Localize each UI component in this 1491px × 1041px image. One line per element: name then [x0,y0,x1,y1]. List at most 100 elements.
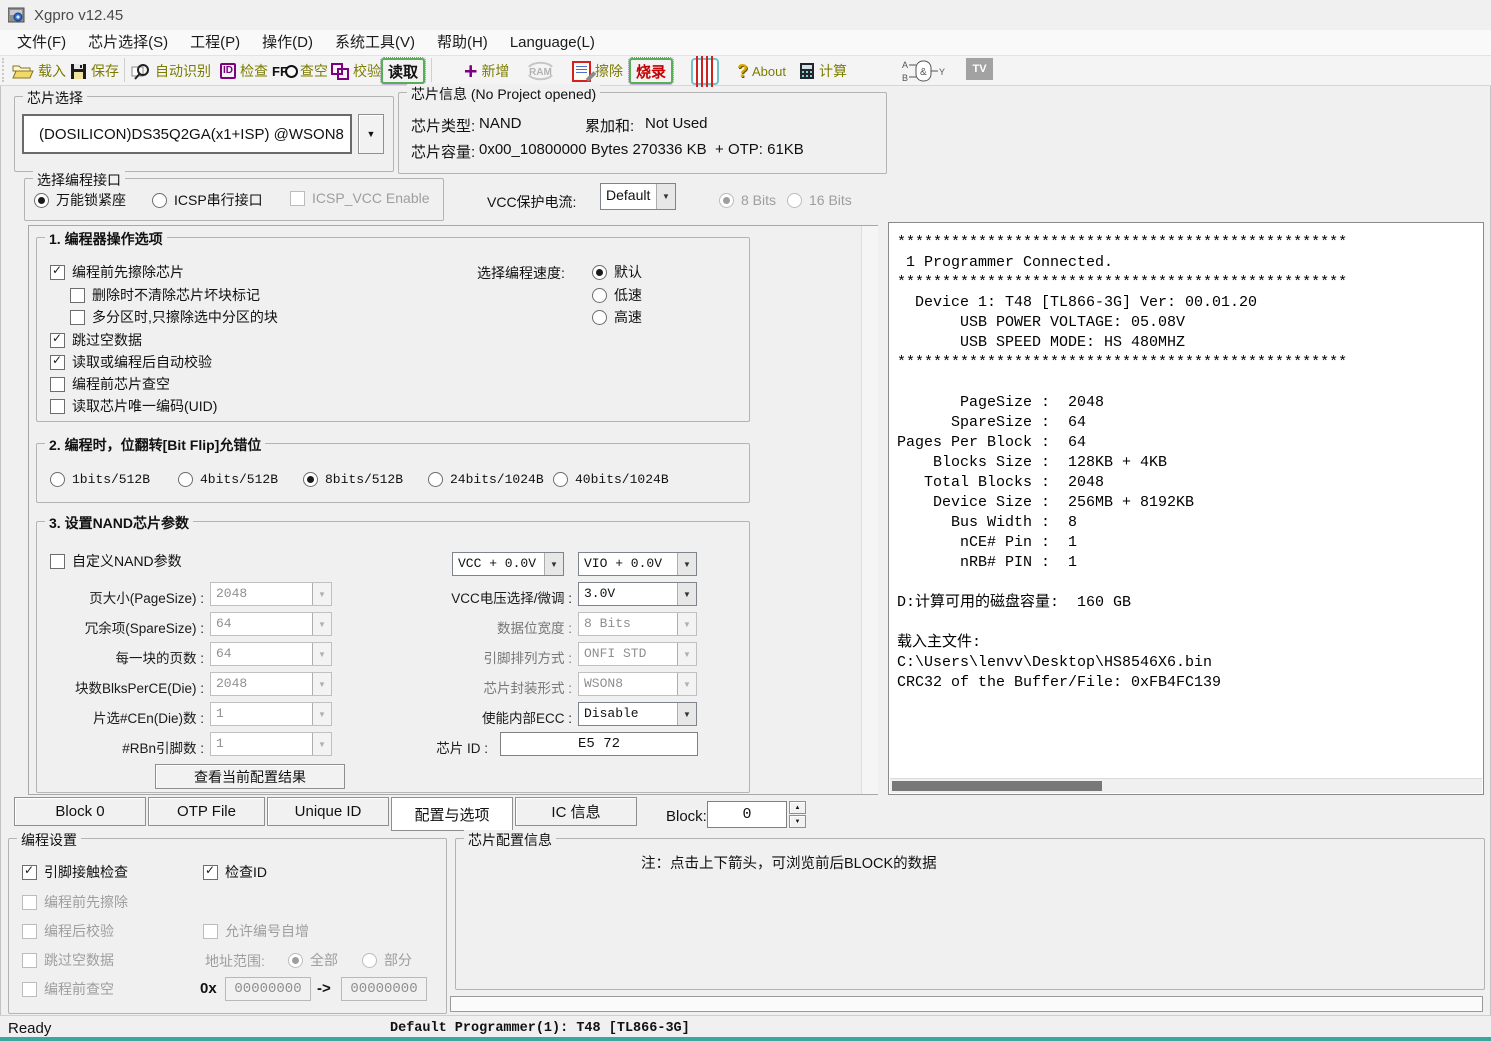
blank-check-button[interactable]: FF 查空 [272,58,328,84]
sparesize-label: 冗余项(SpareSize) : [34,617,204,637]
block-spin-down-button[interactable]: ▼ [789,815,806,828]
logic-gate-button[interactable]: A B & Y [901,58,947,84]
options-panel-scrollbar[interactable] [861,226,878,794]
erase-button[interactable]: 擦除 [572,58,623,84]
ce-count-label: 片选#CEn(Die)数 : [34,707,204,727]
blocks-per-ce-combo: 2048▼ [210,672,332,696]
radio-dot [428,472,443,487]
title-bar: Xgpro v12.45 [0,0,1491,30]
chip-info-group: 芯片信息 (No Project opened) 芯片类型: NAND 累加和:… [398,92,887,174]
svg-text:A: A [902,60,908,70]
radio-16bits: 16 Bits [787,192,852,208]
tab-block0[interactable]: Block 0 [14,797,146,826]
chip-id-field[interactable]: E5 72 [500,732,698,756]
menu-language[interactable]: Language(L) [499,30,606,55]
vcc-current-combo[interactable]: Default ▼ [600,183,676,210]
tab-ic-info[interactable]: IC 信息 [515,797,637,826]
checkbox-label: 删除时不清除芯片坏块标记 [92,285,260,305]
checkbox-blank-check-before[interactable]: 编程前芯片查空 [50,374,170,394]
chevron-down-icon: ▼ [677,643,696,665]
radio-dot [152,193,167,208]
status-programmer: Default Programmer(1): T48 [TL866-3G] [390,1021,690,1036]
radio-speed-high[interactable]: 高速 [592,307,642,327]
pinout-value: ONFI STD [579,643,677,665]
sparesize-value: 64 [211,613,312,635]
internal-ecc-value: Disable [579,703,677,725]
chevron-down-icon: ▼ [656,184,675,209]
radio-label: 高速 [614,307,642,327]
radio-dot [50,472,65,487]
radio-speed-low[interactable]: 低速 [592,285,642,305]
view-config-button[interactable]: 查看当前配置结果 [155,764,345,789]
checkbox-custom-nand-params[interactable]: 自定义NAND参数 [50,551,182,571]
about-button[interactable]: ? About [737,58,786,84]
radio-40bits-1024[interactable]: 40bits/1024B [553,472,669,487]
tv-button[interactable]: TV [966,58,993,80]
ram-button[interactable]: RAM [524,58,556,84]
erase-label: 擦除 [595,61,623,81]
checkbox-erase-selected-partition[interactable]: 多分区时,只擦除选中分区的块 [70,307,278,327]
program-button[interactable]: 烧录 [629,58,673,84]
load-button[interactable]: 载入 [12,58,66,84]
radio-speed-default[interactable]: 默认 [592,262,642,282]
menu-chip-select[interactable]: 芯片选择(S) [77,30,179,55]
chip-test-button[interactable] [691,58,719,84]
blank-ff-icon: FF [272,64,296,79]
floppy-icon [70,63,87,80]
chip-select-combo[interactable]: (DOSILICON)DS35Q2GA(x1+ISP) @WSON8 [22,114,352,154]
vio-offset-value: VIO + 0.0V [579,553,677,575]
radio-8bits-512[interactable]: 8bits/512B [303,472,403,487]
check-button[interactable]: ID 检查 [220,58,268,84]
scrollbar-thumb[interactable] [892,781,1102,791]
tab-config-options[interactable]: 配置与选项 [391,797,513,831]
radio-universal-socket[interactable]: 万能锁紧座 [34,190,126,210]
calculator-button[interactable]: 计算 [799,58,847,84]
radio-dot [288,953,303,968]
menu-project[interactable]: 工程(P) [179,30,251,55]
chip-type-value: NAND [479,115,522,132]
menu-help[interactable]: 帮助(H) [426,30,499,55]
internal-ecc-combo[interactable]: Disable▼ [578,702,697,726]
radio-dot [592,310,607,325]
radio-icsp-port[interactable]: ICSP串行接口 [152,190,263,210]
menu-system-tools[interactable]: 系统工具(V) [324,30,426,55]
checkbox-check-id[interactable]: 检查ID [203,862,267,882]
save-button[interactable]: 保存 [70,58,119,84]
vio-offset-combo[interactable]: VIO + 0.0V▼ [578,552,697,576]
checkbox-erase-before-program[interactable]: 编程前先擦除芯片 [50,262,184,282]
vcc-voltage-combo[interactable]: 3.0V▼ [578,582,697,606]
menu-operation[interactable]: 操作(D) [251,30,324,55]
chip-select-dropdown-button[interactable]: ▼ [358,114,384,154]
radio-dot [178,472,193,487]
checkbox-pin-contact-check[interactable]: 引脚接触检查 [22,862,128,882]
address-range-label: 地址范围: [205,951,265,971]
vcc-offset-value: VCC + 0.0V [453,553,544,575]
read-button[interactable]: 读取 [381,58,425,84]
arrow-right-label: -> [317,980,331,997]
checkbox-auto-verify[interactable]: 读取或编程后自动校验 [50,352,212,372]
tab-unique-id[interactable]: Unique ID [267,797,389,826]
chip-id-label: 芯片 ID : [328,737,488,757]
log-horizontal-scrollbar[interactable] [890,778,1482,793]
checkbox-read-uid[interactable]: 读取芯片唯一编码(UID) [50,396,217,416]
verify-button[interactable]: 校验 [331,58,381,84]
radio-1bits-512[interactable]: 1bits/512B [50,472,150,487]
plus-icon: + [464,61,477,81]
tab-otp-file[interactable]: OTP File [148,797,265,826]
radio-4bits-512[interactable]: 4bits/512B [178,472,278,487]
vcc-offset-combo[interactable]: VCC + 0.0V▼ [452,552,564,576]
radio-24bits-1024[interactable]: 24bits/1024B [428,472,544,487]
block-spin-up-button[interactable]: ▲ [789,801,806,814]
window-title: Xgpro v12.45 [34,7,123,24]
checkbox-box [22,982,37,997]
pagesize-label: 页大小(PageSize) : [34,587,204,607]
block-number-field[interactable]: 0 [707,801,787,828]
checkbox-keep-badblock-marks[interactable]: 删除时不清除芯片坏块标记 [70,285,260,305]
checkbox-box [22,895,37,910]
menu-file[interactable]: 文件(F) [6,30,77,55]
rbn-count-value: 1 [211,733,312,755]
auto-detect-button[interactable]: 自动识别 [131,58,211,84]
add-button[interactable]: + 新增 [464,58,509,84]
checkbox-skip-blank-data[interactable]: 跳过空数据 [50,330,142,350]
radio-label: 4bits/512B [200,472,278,487]
